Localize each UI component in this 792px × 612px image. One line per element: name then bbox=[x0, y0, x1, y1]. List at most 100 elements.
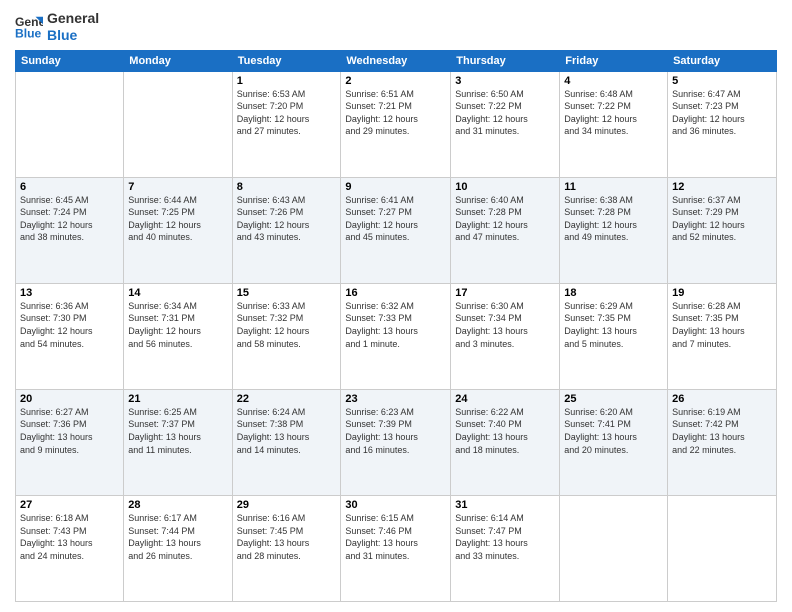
calendar-cell: 5Sunrise: 6:47 AM Sunset: 7:23 PM Daylig… bbox=[668, 71, 777, 177]
day-number: 4 bbox=[564, 75, 663, 87]
day-info: Sunrise: 6:16 AM Sunset: 7:45 PM Dayligh… bbox=[237, 512, 337, 562]
day-info: Sunrise: 6:19 AM Sunset: 7:42 PM Dayligh… bbox=[672, 406, 772, 456]
calendar-cell: 16Sunrise: 6:32 AM Sunset: 7:33 PM Dayli… bbox=[341, 283, 451, 389]
day-info: Sunrise: 6:45 AM Sunset: 7:24 PM Dayligh… bbox=[20, 194, 119, 244]
week-row-1: 1Sunrise: 6:53 AM Sunset: 7:20 PM Daylig… bbox=[16, 71, 777, 177]
day-info: Sunrise: 6:24 AM Sunset: 7:38 PM Dayligh… bbox=[237, 406, 337, 456]
calendar-cell: 9Sunrise: 6:41 AM Sunset: 7:27 PM Daylig… bbox=[341, 177, 451, 283]
day-info: Sunrise: 6:27 AM Sunset: 7:36 PM Dayligh… bbox=[20, 406, 119, 456]
calendar-cell: 8Sunrise: 6:43 AM Sunset: 7:26 PM Daylig… bbox=[232, 177, 341, 283]
calendar-cell: 13Sunrise: 6:36 AM Sunset: 7:30 PM Dayli… bbox=[16, 283, 124, 389]
day-info: Sunrise: 6:48 AM Sunset: 7:22 PM Dayligh… bbox=[564, 88, 663, 138]
svg-text:Blue: Blue bbox=[15, 26, 42, 40]
week-row-2: 6Sunrise: 6:45 AM Sunset: 7:24 PM Daylig… bbox=[16, 177, 777, 283]
day-number: 12 bbox=[672, 181, 772, 193]
day-number: 29 bbox=[237, 499, 337, 511]
day-info: Sunrise: 6:47 AM Sunset: 7:23 PM Dayligh… bbox=[672, 88, 772, 138]
day-info: Sunrise: 6:30 AM Sunset: 7:34 PM Dayligh… bbox=[455, 300, 555, 350]
day-info: Sunrise: 6:22 AM Sunset: 7:40 PM Dayligh… bbox=[455, 406, 555, 456]
calendar-cell: 3Sunrise: 6:50 AM Sunset: 7:22 PM Daylig… bbox=[451, 71, 560, 177]
day-number: 22 bbox=[237, 393, 337, 405]
day-info: Sunrise: 6:23 AM Sunset: 7:39 PM Dayligh… bbox=[345, 406, 446, 456]
day-number: 6 bbox=[20, 181, 119, 193]
calendar-cell bbox=[668, 495, 777, 601]
day-number: 17 bbox=[455, 287, 555, 299]
day-number: 15 bbox=[237, 287, 337, 299]
day-number: 5 bbox=[672, 75, 772, 87]
logo-general: General bbox=[47, 10, 99, 27]
day-number: 28 bbox=[128, 499, 227, 511]
calendar-cell: 30Sunrise: 6:15 AM Sunset: 7:46 PM Dayli… bbox=[341, 495, 451, 601]
calendar-cell: 14Sunrise: 6:34 AM Sunset: 7:31 PM Dayli… bbox=[124, 283, 232, 389]
calendar-cell bbox=[560, 495, 668, 601]
day-number: 18 bbox=[564, 287, 663, 299]
weekday-header-saturday: Saturday bbox=[668, 50, 777, 71]
weekday-header-monday: Monday bbox=[124, 50, 232, 71]
calendar-cell: 1Sunrise: 6:53 AM Sunset: 7:20 PM Daylig… bbox=[232, 71, 341, 177]
calendar-cell: 24Sunrise: 6:22 AM Sunset: 7:40 PM Dayli… bbox=[451, 389, 560, 495]
week-row-4: 20Sunrise: 6:27 AM Sunset: 7:36 PM Dayli… bbox=[16, 389, 777, 495]
day-info: Sunrise: 6:53 AM Sunset: 7:20 PM Dayligh… bbox=[237, 88, 337, 138]
day-number: 26 bbox=[672, 393, 772, 405]
day-info: Sunrise: 6:25 AM Sunset: 7:37 PM Dayligh… bbox=[128, 406, 227, 456]
logo: General Blue General Blue bbox=[15, 10, 99, 44]
day-number: 20 bbox=[20, 393, 119, 405]
calendar-cell: 19Sunrise: 6:28 AM Sunset: 7:35 PM Dayli… bbox=[668, 283, 777, 389]
calendar-cell: 31Sunrise: 6:14 AM Sunset: 7:47 PM Dayli… bbox=[451, 495, 560, 601]
calendar-cell: 7Sunrise: 6:44 AM Sunset: 7:25 PM Daylig… bbox=[124, 177, 232, 283]
page: General Blue General Blue SundayMondayTu… bbox=[0, 0, 792, 612]
calendar-cell: 4Sunrise: 6:48 AM Sunset: 7:22 PM Daylig… bbox=[560, 71, 668, 177]
week-row-3: 13Sunrise: 6:36 AM Sunset: 7:30 PM Dayli… bbox=[16, 283, 777, 389]
calendar-cell: 6Sunrise: 6:45 AM Sunset: 7:24 PM Daylig… bbox=[16, 177, 124, 283]
logo-icon: General Blue bbox=[15, 13, 43, 41]
day-info: Sunrise: 6:29 AM Sunset: 7:35 PM Dayligh… bbox=[564, 300, 663, 350]
day-number: 30 bbox=[345, 499, 446, 511]
day-info: Sunrise: 6:37 AM Sunset: 7:29 PM Dayligh… bbox=[672, 194, 772, 244]
calendar-cell: 15Sunrise: 6:33 AM Sunset: 7:32 PM Dayli… bbox=[232, 283, 341, 389]
day-info: Sunrise: 6:41 AM Sunset: 7:27 PM Dayligh… bbox=[345, 194, 446, 244]
day-number: 3 bbox=[455, 75, 555, 87]
weekday-header-wednesday: Wednesday bbox=[341, 50, 451, 71]
day-number: 21 bbox=[128, 393, 227, 405]
day-number: 7 bbox=[128, 181, 227, 193]
day-info: Sunrise: 6:44 AM Sunset: 7:25 PM Dayligh… bbox=[128, 194, 227, 244]
day-number: 25 bbox=[564, 393, 663, 405]
day-number: 2 bbox=[345, 75, 446, 87]
day-info: Sunrise: 6:28 AM Sunset: 7:35 PM Dayligh… bbox=[672, 300, 772, 350]
day-number: 14 bbox=[128, 287, 227, 299]
calendar-table: SundayMondayTuesdayWednesdayThursdayFrid… bbox=[15, 50, 777, 602]
day-info: Sunrise: 6:34 AM Sunset: 7:31 PM Dayligh… bbox=[128, 300, 227, 350]
weekday-header-tuesday: Tuesday bbox=[232, 50, 341, 71]
day-number: 10 bbox=[455, 181, 555, 193]
week-row-5: 27Sunrise: 6:18 AM Sunset: 7:43 PM Dayli… bbox=[16, 495, 777, 601]
calendar-cell: 28Sunrise: 6:17 AM Sunset: 7:44 PM Dayli… bbox=[124, 495, 232, 601]
weekday-header-thursday: Thursday bbox=[451, 50, 560, 71]
day-info: Sunrise: 6:51 AM Sunset: 7:21 PM Dayligh… bbox=[345, 88, 446, 138]
day-info: Sunrise: 6:33 AM Sunset: 7:32 PM Dayligh… bbox=[237, 300, 337, 350]
logo-blue: Blue bbox=[47, 27, 99, 44]
calendar-cell: 21Sunrise: 6:25 AM Sunset: 7:37 PM Dayli… bbox=[124, 389, 232, 495]
day-number: 19 bbox=[672, 287, 772, 299]
calendar-cell bbox=[16, 71, 124, 177]
day-number: 11 bbox=[564, 181, 663, 193]
day-info: Sunrise: 6:43 AM Sunset: 7:26 PM Dayligh… bbox=[237, 194, 337, 244]
calendar-cell: 11Sunrise: 6:38 AM Sunset: 7:28 PM Dayli… bbox=[560, 177, 668, 283]
day-number: 1 bbox=[237, 75, 337, 87]
day-info: Sunrise: 6:38 AM Sunset: 7:28 PM Dayligh… bbox=[564, 194, 663, 244]
calendar-cell: 25Sunrise: 6:20 AM Sunset: 7:41 PM Dayli… bbox=[560, 389, 668, 495]
day-number: 27 bbox=[20, 499, 119, 511]
calendar-cell: 23Sunrise: 6:23 AM Sunset: 7:39 PM Dayli… bbox=[341, 389, 451, 495]
calendar-cell: 27Sunrise: 6:18 AM Sunset: 7:43 PM Dayli… bbox=[16, 495, 124, 601]
header: General Blue General Blue bbox=[15, 10, 777, 44]
day-info: Sunrise: 6:18 AM Sunset: 7:43 PM Dayligh… bbox=[20, 512, 119, 562]
day-info: Sunrise: 6:40 AM Sunset: 7:28 PM Dayligh… bbox=[455, 194, 555, 244]
calendar-cell: 29Sunrise: 6:16 AM Sunset: 7:45 PM Dayli… bbox=[232, 495, 341, 601]
calendar-cell: 10Sunrise: 6:40 AM Sunset: 7:28 PM Dayli… bbox=[451, 177, 560, 283]
day-number: 13 bbox=[20, 287, 119, 299]
day-number: 16 bbox=[345, 287, 446, 299]
calendar-cell bbox=[124, 71, 232, 177]
day-number: 23 bbox=[345, 393, 446, 405]
calendar-cell: 26Sunrise: 6:19 AM Sunset: 7:42 PM Dayli… bbox=[668, 389, 777, 495]
weekday-header-row: SundayMondayTuesdayWednesdayThursdayFrid… bbox=[16, 50, 777, 71]
day-number: 24 bbox=[455, 393, 555, 405]
